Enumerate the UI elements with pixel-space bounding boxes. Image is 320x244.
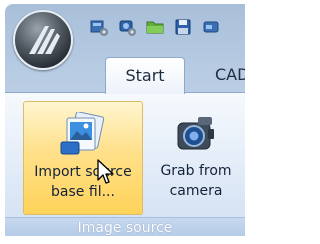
app-logo-icon bbox=[29, 26, 60, 54]
application-window: Start CAD Import source base fil... Grab… bbox=[5, 4, 245, 236]
grab-from-camera-button[interactable]: Grab from camera bbox=[152, 101, 240, 213]
ribbon-group-label: Image source bbox=[5, 217, 245, 236]
open-folder-settings-icon bbox=[90, 20, 108, 36]
qat-camera-settings-button[interactable] bbox=[117, 17, 137, 37]
camera-settings-icon bbox=[119, 20, 136, 36]
qat-folder-button[interactable] bbox=[145, 17, 165, 37]
application-menu-button[interactable] bbox=[13, 10, 73, 70]
save-icon bbox=[175, 19, 191, 35]
tool-icon bbox=[203, 21, 219, 33]
import-image-icon bbox=[60, 112, 105, 155]
camera-icon bbox=[177, 117, 214, 150]
import-source-base-file-button[interactable]: Import source base fil... bbox=[23, 101, 143, 215]
folder-icon bbox=[146, 21, 164, 34]
import-button-label-line2: base fil... bbox=[51, 184, 115, 200]
tab-cad[interactable]: CAD bbox=[201, 57, 245, 93]
qat-open-settings-button[interactable] bbox=[89, 17, 109, 37]
ribbon-panel: Import source base fil... Grab from came… bbox=[5, 92, 245, 236]
grab-button-label-line2: camera bbox=[169, 183, 223, 199]
qat-save-button[interactable] bbox=[173, 17, 193, 37]
grab-button-label-line1: Grab from bbox=[160, 163, 232, 179]
qat-tool-button[interactable] bbox=[201, 17, 221, 37]
tab-start[interactable]: Start bbox=[105, 57, 185, 94]
mouse-pointer-icon bbox=[97, 159, 114, 184]
import-button-label-line1: Import source bbox=[34, 164, 132, 180]
quick-access-toolbar bbox=[89, 17, 221, 39]
